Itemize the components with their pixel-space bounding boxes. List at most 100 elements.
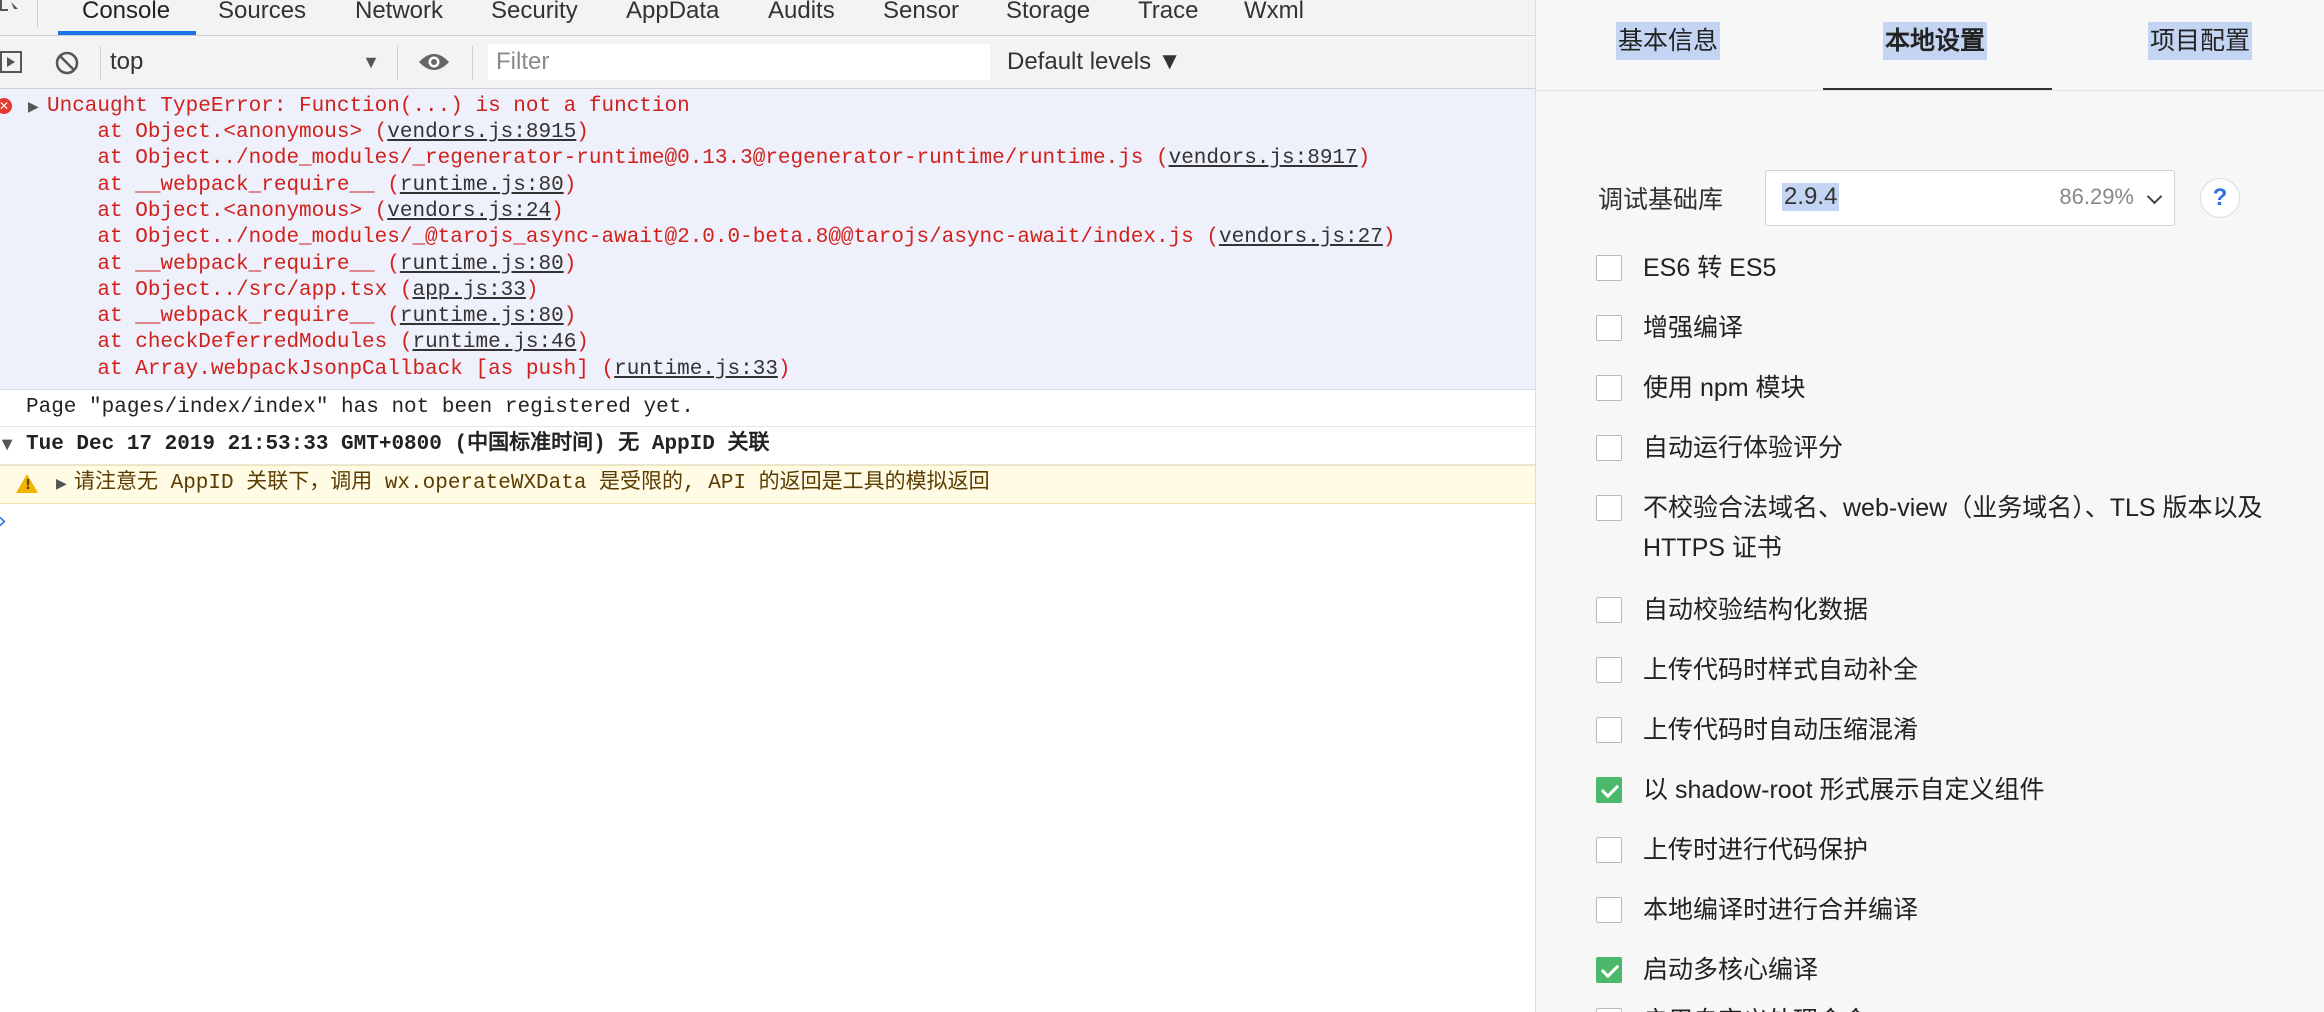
source-link[interactable]: vendors.js:8915 bbox=[387, 121, 576, 144]
setting-option-label: 使用 npm 模块 bbox=[1643, 374, 1806, 402]
checkbox[interactable] bbox=[1596, 597, 1622, 623]
checkbox[interactable] bbox=[1596, 375, 1622, 401]
setting-option-label: 自动运行体验评分 bbox=[1643, 434, 1844, 462]
stack-frame-close: ) bbox=[1357, 147, 1371, 171]
setting-option-label: 本地编译时进行合并编译 bbox=[1643, 896, 1919, 924]
checkbox[interactable] bbox=[1596, 495, 1622, 521]
tab-appdata[interactable]: AppData bbox=[626, 0, 719, 34]
tab-network[interactable]: Network bbox=[355, 0, 443, 34]
active-tab-indicator bbox=[1823, 88, 2052, 90]
project-settings-panel: 基本信息 本地设置 项目配置 调试基础库 2.9.4 86.29% ? ES6 … bbox=[1535, 0, 2324, 1012]
context-selector[interactable]: top ▼ bbox=[110, 44, 380, 80]
collapse-triangle-icon[interactable]: ▶ bbox=[0, 440, 15, 451]
expand-triangle-icon[interactable]: ▶ bbox=[28, 99, 39, 115]
tab-audits[interactable]: Audits bbox=[768, 0, 835, 34]
checkbox[interactable] bbox=[1596, 1008, 1622, 1012]
dropdown-arrow-icon: ▼ bbox=[362, 52, 380, 72]
stack-frame-text: at __webpack_require__ ( bbox=[47, 252, 400, 276]
devtools-tabbar: Console Sources Network Security AppData… bbox=[0, 0, 1535, 36]
tab-sensor[interactable]: Sensor bbox=[883, 0, 959, 34]
source-link[interactable]: runtime.js:80 bbox=[400, 305, 564, 328]
tab-basic-info[interactable]: 基本信息 bbox=[1616, 22, 1721, 60]
source-link[interactable]: runtime.js:46 bbox=[412, 331, 576, 354]
devtools-panel: Console Sources Network Security AppData… bbox=[0, 0, 1535, 1012]
stack-frame: at __webpack_require__ (runtime.js:80) bbox=[47, 173, 576, 199]
checkbox[interactable] bbox=[1596, 315, 1622, 341]
filter-input[interactable] bbox=[488, 44, 990, 80]
stack-frame-close: ) bbox=[777, 357, 791, 381]
source-link[interactable]: vendors.js:27 bbox=[1219, 226, 1383, 249]
log-text: Page "pages/index/index" has not been re… bbox=[26, 396, 694, 419]
tab-trace[interactable]: Trace bbox=[1138, 0, 1198, 34]
stack-frame: at __webpack_require__ (runtime.js:80) bbox=[47, 252, 576, 278]
help-button[interactable]: ? bbox=[2200, 178, 2240, 218]
context-value: top bbox=[110, 48, 144, 75]
stack-frame: at checkDeferredModules (runtime.js:46) bbox=[47, 330, 589, 356]
console-group-header[interactable]: ▶ Tue Dec 17 2019 21:53:33 GMT+0800 (中国标… bbox=[0, 427, 1535, 465]
base-library-select[interactable]: 2.9.4 86.29% bbox=[1765, 170, 2175, 226]
toolbar-separator bbox=[100, 46, 101, 80]
setting-option-label: 以 shadow-root 形式展示自定义组件 bbox=[1643, 776, 2045, 804]
inspect-element-icon[interactable] bbox=[0, 0, 20, 12]
chevron-down-icon bbox=[2146, 188, 2163, 205]
log-levels-dropdown[interactable]: Default levels ▼ bbox=[1007, 44, 1182, 80]
expand-triangle-icon[interactable]: ▶ bbox=[56, 476, 67, 492]
source-link[interactable]: runtime.js:80 bbox=[400, 253, 564, 276]
tab-wxml[interactable]: Wxml bbox=[1244, 0, 1304, 34]
checkbox[interactable] bbox=[1596, 435, 1622, 461]
tab-separator bbox=[37, 0, 38, 28]
error-message: ✕ ▶ Uncaught TypeError: Function(...) is… bbox=[0, 89, 1535, 390]
error-title: Uncaught TypeError: Function(...) is not… bbox=[47, 95, 690, 118]
warning-text: 请注意无 AppID 关联下，调用 wx.operateWXData 是受限的,… bbox=[74, 472, 990, 495]
tab-console[interactable]: Console bbox=[82, 0, 170, 34]
tab-sources[interactable]: Sources bbox=[218, 0, 306, 34]
sidebar-toggle-icon[interactable] bbox=[0, 51, 24, 73]
stack-frame-close: ) bbox=[576, 331, 589, 355]
stack-frame-text: at Object../node_modules/_@tarojs_async-… bbox=[47, 226, 1219, 250]
stack-frame: at Object../node_modules/_@tarojs_async-… bbox=[47, 225, 1395, 251]
base-library-version: 2.9.4 bbox=[1782, 183, 1840, 211]
error-icon: ✕ bbox=[0, 98, 12, 114]
setting-option-label: 上传时进行代码保护 bbox=[1643, 836, 1869, 864]
setting-option-label: 启用自定义处理命令 bbox=[1643, 1001, 2263, 1012]
tab-local-settings[interactable]: 本地设置 bbox=[1883, 22, 1988, 60]
stack-frame-text: at checkDeferredModules ( bbox=[47, 331, 413, 355]
source-link[interactable]: app.js:33 bbox=[412, 279, 525, 302]
checkbox[interactable] bbox=[1596, 777, 1622, 803]
stack-frame-close: ) bbox=[563, 173, 577, 197]
console-prompt-icon[interactable]: › bbox=[0, 509, 7, 534]
stack-frame: at Object.<anonymous> (vendors.js:24) bbox=[47, 199, 564, 225]
stack-frame-close: ) bbox=[551, 199, 564, 223]
stack-frame-close: ) bbox=[563, 305, 577, 329]
checkbox[interactable] bbox=[1596, 957, 1622, 983]
tab-storage[interactable]: Storage bbox=[1006, 0, 1090, 34]
settings-tabbar: 基本信息 本地设置 项目配置 bbox=[1536, 0, 2324, 91]
checkbox[interactable] bbox=[1596, 657, 1622, 683]
console-warning-row: ! ▶ 请注意无 AppID 关联下，调用 wx.operateWXData 是… bbox=[0, 465, 1535, 504]
stack-frame-text: at Object../src/app.tsx ( bbox=[47, 278, 413, 302]
stack-frame: at Object.<anonymous> (vendors.js:8915) bbox=[47, 120, 589, 146]
source-link[interactable]: vendors.js:24 bbox=[387, 200, 551, 223]
toolbar-separator bbox=[472, 46, 473, 80]
clear-console-icon[interactable] bbox=[54, 50, 80, 76]
tab-project-config[interactable]: 项目配置 bbox=[2148, 22, 2253, 60]
stack-frame-close: ) bbox=[525, 278, 539, 302]
group-title: Tue Dec 17 2019 21:53:33 GMT+0800 (中国标准时… bbox=[26, 433, 770, 456]
setting-option-label: 上传代码时自动压缩混淆 bbox=[1643, 716, 1919, 744]
setting-option-label: 自动校验结构化数据 bbox=[1643, 596, 1869, 624]
setting-option-label: 上传代码时样式自动补全 bbox=[1643, 656, 1919, 684]
active-tab-indicator bbox=[58, 31, 196, 35]
checkbox[interactable] bbox=[1596, 717, 1622, 743]
stack-frame-text: at Object../node_modules/_regenerator-ru… bbox=[47, 147, 1169, 171]
console-log-row: Page "pages/index/index" has not been re… bbox=[0, 390, 1535, 427]
checkbox[interactable] bbox=[1596, 255, 1622, 281]
source-link[interactable]: vendors.js:8917 bbox=[1169, 147, 1358, 170]
source-link[interactable]: runtime.js:80 bbox=[400, 174, 564, 197]
checkbox[interactable] bbox=[1596, 897, 1622, 923]
checkbox[interactable] bbox=[1596, 837, 1622, 863]
base-library-label: 调试基础库 bbox=[1598, 186, 1724, 214]
eye-icon[interactable] bbox=[417, 50, 451, 74]
stack-frame-close: ) bbox=[563, 252, 577, 276]
source-link[interactable]: runtime.js:33 bbox=[614, 358, 778, 381]
tab-security[interactable]: Security bbox=[491, 0, 578, 34]
